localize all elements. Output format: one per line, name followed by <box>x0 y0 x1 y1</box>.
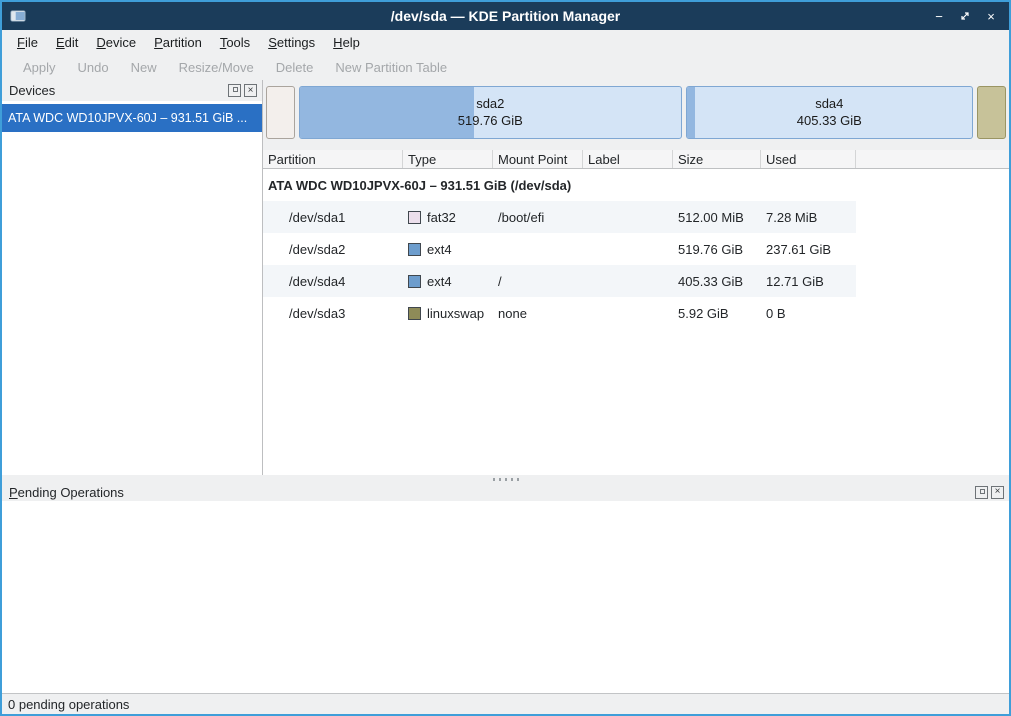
window-title: /dev/sda — KDE Partition Manager <box>2 8 1009 24</box>
new-button[interactable]: New <box>120 56 168 79</box>
table-row[interactable]: /dev/sda3 linuxswap none 5.92 GiB 0 B <box>263 297 856 329</box>
main-area: Devices × ATA WDC WD10JPVX-60J – 931.51 … <box>2 80 1009 475</box>
partition-segment-sda1[interactable] <box>266 86 295 139</box>
cell-type: ext4 <box>427 242 452 257</box>
devices-panel-header: Devices × <box>2 80 262 101</box>
cell-mount-point: /boot/efi <box>493 210 583 225</box>
apply-button[interactable]: Apply <box>12 56 67 79</box>
column-header-filler <box>856 150 1009 168</box>
status-text: 0 pending operations <box>8 697 129 712</box>
cell-used: 12.71 GiB <box>761 274 856 289</box>
partition-bar-area: sda2 519.76 GiB sda4 405.33 GiB <box>263 80 1009 140</box>
toolbar: Apply Undo New Resize/Move Delete New Pa… <box>2 54 1009 80</box>
menu-tools[interactable]: Tools <box>211 32 259 53</box>
cell-type: ext4 <box>427 274 452 289</box>
table-row[interactable]: /dev/sda4 ext4 / 405.33 GiB 12.71 GiB <box>263 265 856 297</box>
column-header-partition[interactable]: Partition <box>263 150 403 168</box>
menu-help[interactable]: Help <box>324 32 369 53</box>
undo-button[interactable]: Undo <box>67 56 120 79</box>
column-header-used[interactable]: Used <box>761 150 856 168</box>
partition-segment-sda4[interactable]: sda4 405.33 GiB <box>686 86 973 139</box>
cell-used: 237.61 GiB <box>761 242 856 257</box>
delete-button[interactable]: Delete <box>265 56 325 79</box>
partition-table: Partition Type Mount Point Label Size Us… <box>263 150 1009 475</box>
float-panel-icon-inner <box>233 87 238 92</box>
column-header-mount-point[interactable]: Mount Point <box>493 150 583 168</box>
close-panel-icon[interactable]: × <box>991 486 1004 499</box>
fs-color-swatch <box>408 307 421 320</box>
menu-settings[interactable]: Settings <box>259 32 324 53</box>
window-controls: − × <box>931 8 1009 24</box>
cell-partition: /dev/sda4 <box>263 274 403 289</box>
menu-file[interactable]: File <box>8 32 47 53</box>
column-header-size[interactable]: Size <box>673 150 761 168</box>
resize-move-button[interactable]: Resize/Move <box>168 56 265 79</box>
cell-mount-point: none <box>493 306 583 321</box>
float-panel-icon[interactable] <box>975 486 988 499</box>
close-icon[interactable]: × <box>983 8 999 24</box>
device-item-selected[interactable]: ATA WDC WD10JPVX-60J – 931.51 GiB ... <box>2 104 262 132</box>
menu-edit[interactable]: Edit <box>47 32 87 53</box>
cell-partition: /dev/sda2 <box>263 242 403 257</box>
segment-size: 405.33 GiB <box>797 113 862 130</box>
cell-size: 519.76 GiB <box>673 242 761 257</box>
column-header-label[interactable]: Label <box>583 150 673 168</box>
device-group-row[interactable]: ATA WDC WD10JPVX-60J – 931.51 GiB (/dev/… <box>263 169 1009 201</box>
partition-bar: sda2 519.76 GiB sda4 405.33 GiB <box>266 86 1006 139</box>
menu-partition[interactable]: Partition <box>145 32 211 53</box>
cell-partition: /dev/sda3 <box>263 306 403 321</box>
splitter-handle[interactable] <box>2 475 1009 483</box>
devices-panel-title: Devices <box>9 83 55 98</box>
maximize-icon[interactable] <box>957 8 973 24</box>
cell-size: 405.33 GiB <box>673 274 761 289</box>
cell-type: linuxswap <box>427 306 484 321</box>
fs-color-swatch <box>408 243 421 256</box>
cell-partition: /dev/sda1 <box>263 210 403 225</box>
cell-type: fat32 <box>427 210 456 225</box>
splitter-grip <box>493 478 519 481</box>
cell-mount-point: / <box>493 274 583 289</box>
table-row[interactable]: /dev/sda2 ext4 519.76 GiB 237.61 GiB <box>263 233 856 265</box>
fs-color-swatch <box>408 275 421 288</box>
table-header: Partition Type Mount Point Label Size Us… <box>263 150 1009 169</box>
cell-size: 512.00 MiB <box>673 210 761 225</box>
table-body: ATA WDC WD10JPVX-60J – 931.51 GiB (/dev/… <box>263 169 1009 475</box>
segment-size: 519.76 GiB <box>458 113 523 130</box>
minimize-icon[interactable]: − <box>931 8 947 24</box>
cell-used: 0 B <box>761 306 856 321</box>
new-partition-table-button[interactable]: New Partition Table <box>324 56 458 79</box>
pending-operations-title: Pending Operations <box>9 485 124 500</box>
kde-partition-manager-window: /dev/sda — KDE Partition Manager − × Fil… <box>0 0 1011 716</box>
device-list: ATA WDC WD10JPVX-60J – 931.51 GiB ... <box>2 101 262 475</box>
partition-segment-sda2[interactable]: sda2 519.76 GiB <box>299 86 682 139</box>
column-header-type[interactable]: Type <box>403 150 493 168</box>
partition-segment-sda3[interactable] <box>977 86 1006 139</box>
partition-view: sda2 519.76 GiB sda4 405.33 GiB <box>263 80 1009 475</box>
cell-used: 7.28 MiB <box>761 210 856 225</box>
table-row[interactable]: /dev/sda1 fat32 /boot/efi 512.00 MiB 7.2… <box>263 201 856 233</box>
used-space-overlay <box>300 87 474 138</box>
titlebar[interactable]: /dev/sda — KDE Partition Manager − × <box>2 2 1009 30</box>
segment-name: sda4 <box>797 96 862 113</box>
app-icon <box>10 8 26 24</box>
float-panel-icon[interactable] <box>228 84 241 97</box>
segment-name: sda2 <box>458 96 523 113</box>
float-panel-icon-inner <box>980 489 985 494</box>
close-panel-icon[interactable]: × <box>244 84 257 97</box>
statusbar: 0 pending operations <box>2 693 1009 714</box>
used-space-overlay <box>687 87 696 138</box>
pending-operations-header: Pending Operations × <box>2 483 1009 501</box>
devices-panel: Devices × ATA WDC WD10JPVX-60J – 931.51 … <box>2 80 263 475</box>
menu-device[interactable]: Device <box>87 32 145 53</box>
cell-size: 5.92 GiB <box>673 306 761 321</box>
pending-operations-list <box>2 501 1009 693</box>
fs-color-swatch <box>408 211 421 224</box>
menubar: File Edit Device Partition Tools Setting… <box>2 30 1009 54</box>
